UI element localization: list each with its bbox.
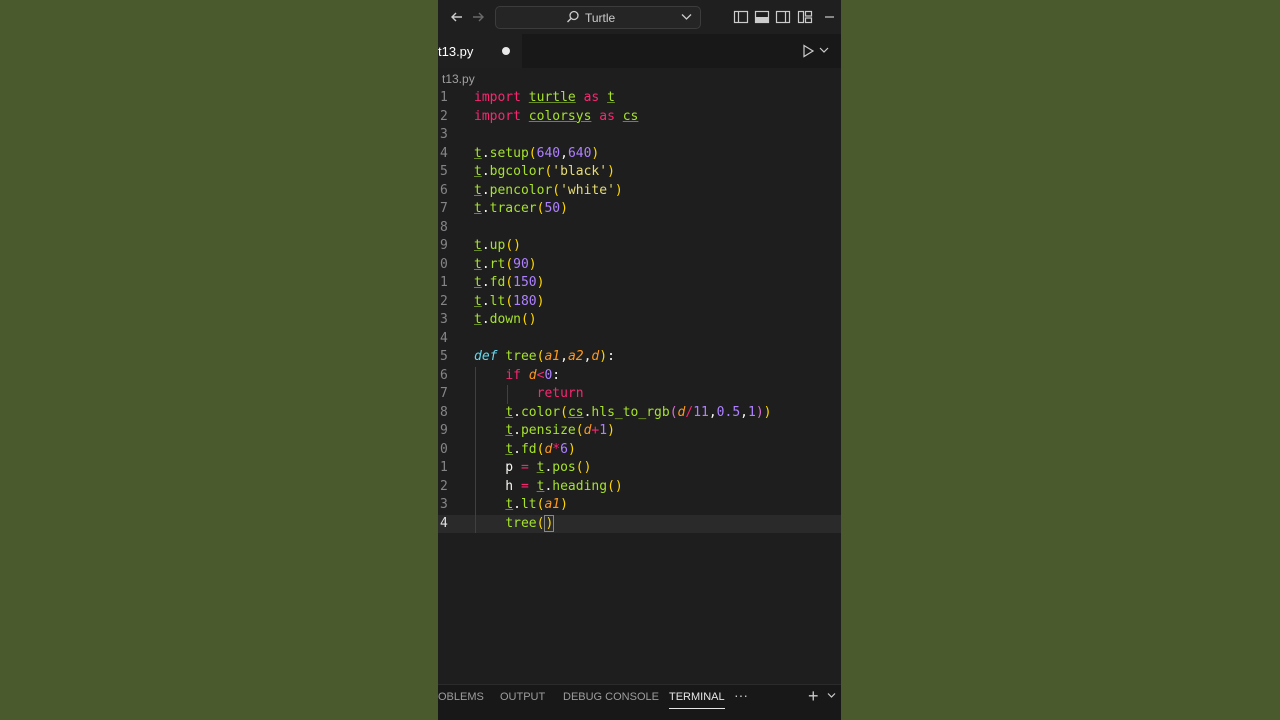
code-line: 2 import colorsys as cs: [440, 108, 639, 124]
code-line: 9 t.up(): [440, 238, 521, 253]
code-line: 8: [440, 219, 448, 235]
code-line: 2 h = t.heading(): [438, 477, 841, 496]
search-label: Turtle: [585, 11, 616, 25]
tab-t13-py[interactable]: t13.py: [438, 34, 522, 68]
code-line: 4 t.setup(640,640): [440, 145, 600, 161]
code-line: 8 t.color(cs.hls_to_rgb(d/11,0.5,1)): [438, 403, 841, 422]
code-line: 3: [440, 127, 448, 142]
search-icon: [567, 10, 579, 23]
code-editor[interactable]: 1 import turtle as t 2 import colorsys as …: [438, 89, 841, 533]
terminal-options-chevron-icon[interactable]: [827, 692, 836, 699]
code-line: 4: [440, 330, 448, 346]
back-arrow-icon[interactable]: [448, 8, 466, 26]
code-line: 6 if d<0:: [438, 366, 841, 385]
customize-layout-icon[interactable]: [796, 8, 814, 26]
tab-problems[interactable]: OBLEMS: [438, 691, 484, 703]
run-icon[interactable]: [802, 44, 815, 58]
toggle-secondary-sidebar-icon[interactable]: [774, 8, 792, 26]
code-line: 7 return: [438, 385, 841, 404]
code-line: 6 t.pencolor('white'): [440, 182, 623, 198]
code-line: 9 t.pensize(d+1): [438, 422, 841, 441]
chevron-down-icon[interactable]: [681, 12, 692, 21]
code-line: 1 p = t.pos(): [438, 459, 841, 478]
new-terminal-icon[interactable]: +: [808, 686, 819, 707]
code-line: 3 t.down(): [440, 312, 537, 327]
command-center-search[interactable]: Turtle: [495, 6, 701, 29]
tab-label: t13.py: [438, 44, 474, 59]
unsaved-dot-icon[interactable]: [502, 47, 510, 55]
run-options-chevron-icon[interactable]: [819, 46, 829, 54]
code-line: 5 def tree(a1,a2,d):: [440, 349, 615, 364]
code-line-current: 4 tree(): [438, 514, 841, 533]
tab-debug-console[interactable]: DEBUG CONSOLE: [563, 691, 659, 703]
bottom-panel: OBLEMS OUTPUT DEBUG CONSOLE TERMINAL ···…: [438, 684, 841, 720]
tab-output[interactable]: OUTPUT: [500, 691, 545, 703]
toggle-panel-icon[interactable]: [753, 8, 771, 26]
code-line: 1 import turtle as t: [440, 90, 615, 105]
code-line: 7 t.tracer(50): [440, 201, 568, 216]
toggle-primary-sidebar-icon[interactable]: [732, 8, 750, 26]
code-line: 0 t.rt(90): [440, 256, 537, 272]
breadcrumb[interactable]: t13.py: [442, 72, 475, 86]
more-actions-icon[interactable]: ···: [734, 687, 748, 703]
editor-window: Turtle t13.py t13.py 1 import turtle as …: [438, 0, 841, 720]
code-line: 5 t.bgcolor('black'): [440, 164, 615, 179]
code-line: 1 t.fd(150): [440, 275, 545, 290]
minimize-icon[interactable]: [822, 8, 840, 26]
code-line: 2 t.lt(180): [440, 293, 545, 309]
forward-arrow-icon[interactable]: [469, 8, 487, 26]
editor-tab-bar: t13.py: [438, 34, 841, 68]
code-line: 3 t.lt(a1): [438, 496, 841, 515]
title-bar: Turtle: [438, 0, 841, 34]
code-line: 0 t.fd(d*6): [438, 440, 841, 459]
tab-terminal[interactable]: TERMINAL: [669, 691, 725, 709]
